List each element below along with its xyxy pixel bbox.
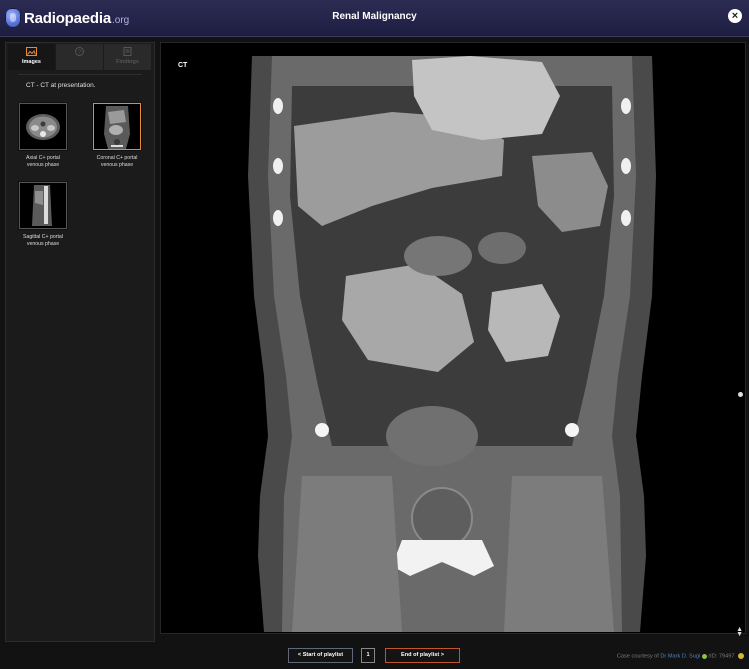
scroll-arrows-icon[interactable]: ▲ ▼ [736, 626, 743, 638]
coronal-ct-image [94, 104, 140, 149]
images-icon [26, 47, 37, 56]
end-of-playlist-button[interactable]: End of playlist > [385, 648, 460, 663]
series-coronal-label-line1: Coronal C+ portal [96, 155, 138, 161]
tab-images[interactable]: Images [8, 44, 55, 70]
credit-author-link[interactable]: Dr Mark D. Sugi [660, 653, 700, 659]
country-flag-icon [701, 653, 707, 659]
tab-help[interactable]: ? [56, 44, 103, 70]
playlist-nav-bar: < Start of playlist 1 End of playlist > … [0, 640, 749, 669]
sidebar-tabs: Images ? Findings [8, 44, 152, 70]
tab-findings-label: Findings [116, 59, 139, 65]
credit-rid: rID: 79497 [708, 653, 735, 660]
help-icon: ? [75, 47, 84, 56]
case-title: Renal Malignancy [332, 11, 417, 22]
series-axial-label-line1: Axial C+ portal [26, 155, 60, 161]
coronal-ct-scan-image[interactable] [242, 56, 662, 632]
coronal-thumbnail [93, 103, 141, 150]
series-axial-label-line2: venous phase [26, 162, 60, 168]
tab-findings[interactable]: Findings [104, 44, 151, 70]
series-coronal-label: Coronal C+ portal venous phase [91, 155, 143, 169]
start-of-playlist-button[interactable]: < Start of playlist [288, 648, 353, 663]
close-icon[interactable]: × [728, 9, 742, 23]
series-sagittal-label: Sagittal C+ portal venous phase [17, 234, 69, 248]
sagittal-thumbnail [19, 182, 67, 229]
series-sagittal-label-line1: Sagittal C+ portal [23, 234, 63, 240]
series-coronal[interactable]: Coronal C+ portal venous phase [91, 103, 143, 169]
tab-divider [18, 74, 142, 75]
modality-label: CT [178, 62, 188, 69]
study-label: CT - CT at presentation. [26, 82, 96, 89]
axial-ct-image [20, 104, 66, 149]
series-sagittal[interactable]: Sagittal C+ portal venous phase [17, 182, 69, 248]
axial-thumbnail [19, 103, 67, 150]
series-axial-label: Axial C+ portal venous phase [17, 155, 69, 169]
scroll-position-indicator[interactable] [738, 392, 743, 397]
header-bar: Radiopaedia .org Renal Malignancy × [0, 0, 749, 37]
credit-prefix: Case courtesy of [616, 653, 661, 660]
case-credit: Case courtesy of Dr Mark D. Sugi rID: 79… [617, 653, 744, 659]
image-viewer[interactable]: CT ▲ ▼ [160, 42, 746, 638]
sidebar-panel: Images ? Findings CT - CT at presentatio… [5, 42, 155, 642]
series-sagittal-label-line2: venous phase [26, 241, 60, 247]
tab-images-label: Images [22, 59, 41, 65]
sagittal-ct-image [20, 183, 66, 228]
series-coronal-label-line2: venous phase [100, 162, 134, 168]
findings-icon [123, 47, 132, 56]
page-number: 1 [361, 648, 375, 663]
series-axial[interactable]: Axial C+ portal venous phase [17, 103, 69, 169]
info-icon[interactable] [738, 653, 744, 659]
